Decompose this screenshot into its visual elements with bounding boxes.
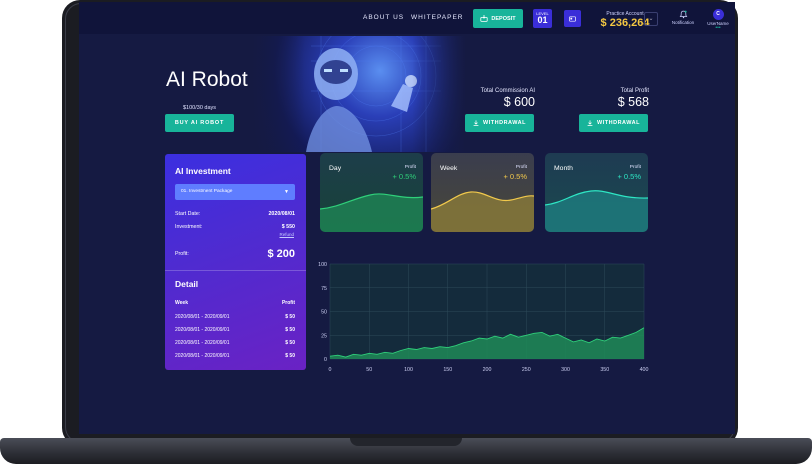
period-profit-value: + 0.5% [503,172,527,181]
withdrawal-label: WITHDRAWAL [597,120,640,126]
detail-week: 2020/08/01 - 2020/09/01 [175,353,230,359]
detail-col-week: Week [175,300,188,306]
avatar: C [712,9,724,20]
x-tick-label: 150 [443,367,452,373]
x-tick-label: 350 [600,367,609,373]
nav-whitepaper[interactable]: WHITEPAPER [411,14,464,21]
investment-package-value: 01. Investment Package [181,189,233,194]
detail-week: 2020/08/01 - 2020/09/01 [175,314,230,320]
period-card-month[interactable]: Month Profit + 0.5% [545,153,648,232]
account-id-button[interactable] [564,10,581,27]
period-profit-label: Profit [515,165,527,170]
notification-label: Notification [671,20,695,25]
profit-area-chart: 0 25 50 75 100 0 50 100 150 200 250 300 350 400 [316,259,650,377]
profit-withdrawal-button[interactable]: WITHDRAWAL [579,114,648,132]
total-commission-label: Total Commission AI [480,88,535,94]
download-icon [587,120,593,126]
withdrawal-label: WITHDRAWAL [483,120,526,126]
y-tick-label: 75 [321,286,327,292]
detail-title: Detail [175,279,199,289]
bell-icon [679,10,687,19]
commission-withdrawal-button[interactable]: WITHDRAWAL [465,114,534,132]
detail-header-row: Week Profit [175,300,295,306]
total-commission-value: $ 600 [503,95,535,109]
x-tick-label: 200 [483,367,492,373]
chevron-down-icon: ▼ [284,189,289,195]
profit-label: Profit: [175,251,189,257]
laptop-notch [350,438,462,446]
y-tick-label: 25 [321,333,327,339]
profit-value: $ 200 [267,248,295,260]
x-tick-label: 400 [640,367,649,373]
deposit-label: DEPOSIT [491,15,516,22]
deposit-button[interactable]: DEPOSIT [473,9,523,28]
id-card-icon [569,15,576,22]
online-dots-icon: ••• [715,25,721,31]
detail-profit: $ 50 [285,314,295,320]
x-tick-label: 0 [329,367,332,373]
y-tick-label: 50 [321,310,327,316]
detail-week: 2020/08/01 - 2020/09/01 [175,327,230,333]
subscription-price: $100/30 days [183,105,217,111]
ai-investment-title: AI Investment [175,166,231,176]
period-profit-label: Profit [404,165,416,170]
investment-value: $ 550 [281,224,295,230]
start-date-row: Start Date: 2020/08/01 [175,211,295,217]
total-commission-stat: Total Commission AI $ 600 [455,88,535,109]
y-tick-label: 100 [318,262,327,268]
x-tick-label: 100 [404,367,413,373]
x-tick-label: 300 [561,367,570,373]
page-title: AI Robot [166,68,248,91]
profit-row: Profit: $ 200 [175,248,295,260]
buy-ai-robot-button[interactable]: BUY AI ROBOT [165,114,234,132]
period-name: Day [329,165,342,172]
start-date-value: 2020/08/01 [268,211,295,217]
total-profit-stat: Total Profit $ 568 [569,88,649,109]
total-profit-value: $ 568 [617,95,649,109]
account-dropdown-button[interactable]: ⌄ [644,12,658,26]
nav-about-us[interactable]: ABOUT US [363,14,404,21]
investment-package-select[interactable]: 01. Investment Package ▼ [175,184,295,200]
start-date-label: Start Date: [175,211,201,217]
detail-profit: $ 50 [285,340,295,346]
robot-illustration-icon [306,36,441,152]
divider [165,270,306,271]
period-card-day[interactable]: Day Profit + 0.5% [320,153,423,232]
detail-profit: $ 50 [285,327,295,333]
level-badge[interactable]: LEVEL 01 [533,9,552,28]
investment-label: Investment: [175,224,203,230]
level-value: 01 [537,15,548,25]
y-tick-label: 0 [324,357,327,363]
investment-row: Investment: $ 550 [175,224,295,230]
top-navigation-bar: ABOUT US WHITEPAPER DEPOSIT LEVEL 01 Pra… [79,2,735,34]
period-name: Month [554,165,573,172]
period-profit-label: Profit [629,165,641,170]
x-tick-label: 250 [522,367,531,373]
period-profit-value: + 0.5% [392,172,416,181]
detail-profit: $ 50 [285,353,295,359]
chevron-down-icon: ⌄ [648,16,654,22]
ai-investment-card: AI Investment 01. Investment Package ▼ S… [165,154,306,370]
period-profit-value: + 0.5% [617,172,641,181]
table-row: 2020/08/01 - 2020/09/01 $ 50 [175,340,295,346]
table-row: 2020/08/01 - 2020/09/01 $ 50 [175,327,295,333]
deposit-icon [480,14,489,22]
period-name: Week [440,165,458,172]
robot-hero-image [251,36,466,152]
period-card-week[interactable]: Week Profit + 0.5% [431,153,534,232]
x-tick-label: 50 [366,367,372,373]
detail-week: 2020/08/01 - 2020/09/01 [175,340,230,346]
table-row: 2020/08/01 - 2020/09/01 $ 50 [175,314,295,320]
user-menu[interactable]: C UserName ••• [705,9,731,31]
refund-link[interactable]: Refund [279,232,294,237]
app-screen: ABOUT US WHITEPAPER DEPOSIT LEVEL 01 Pra… [79,2,735,434]
download-icon [473,120,479,126]
table-row: 2020/08/01 - 2020/09/01 $ 50 [175,353,295,359]
detail-col-profit: Profit [281,300,295,306]
profit-chart-svg: 0 25 50 75 100 0 50 100 150 200 250 300 350 400 [318,262,649,373]
total-profit-label: Total Profit [620,88,649,94]
notification-button[interactable]: Notification [671,10,695,25]
